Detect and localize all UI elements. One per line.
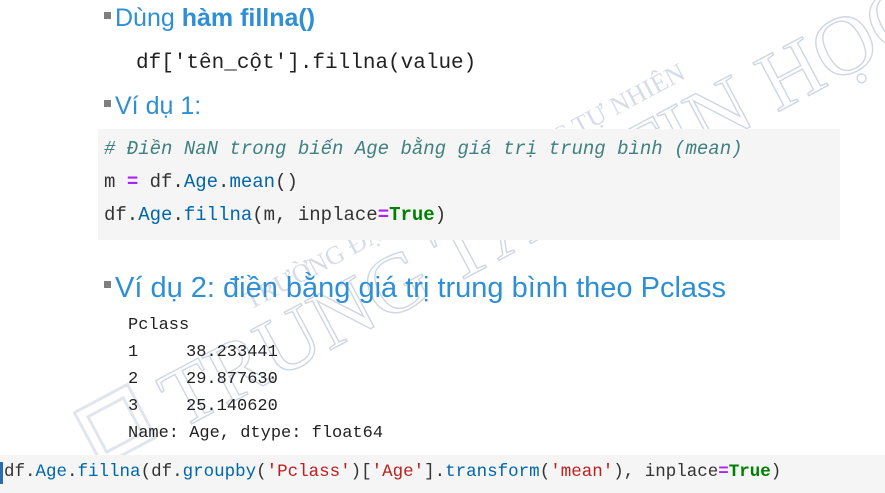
output-header: Pclass [128,316,190,335]
bullet-square-icon [104,11,111,19]
bullet-fillna-heading: Dùng hàm fillna() [104,4,315,33]
cell-selection-bar [0,462,3,484]
code-line-fillna: df.Age.fillna(m, inplace=True) [104,204,447,226]
bullet-example-2-label: Ví dụ 2: điền bằng giá trị trung bình th… [115,272,727,304]
bullet-fillna-prefix: Dùng [115,4,182,32]
output-row: 2 29.877630 [128,370,278,389]
output-row: 3 25.140620 [128,397,278,416]
fillna-syntax: df['tên_cột'].fillna(value) [136,52,477,75]
bullet-square-icon [104,280,111,288]
bullet-example-1-label: Ví dụ 1: [115,92,202,120]
code-comment-line: # Điền NaN trong biến Age bằng giá trị t… [104,138,743,160]
output-footer: Name: Age, dtype: float64 [128,424,384,443]
bullet-fillna-function: hàm fillna() [181,4,316,32]
output-row: 1 38.233441 [128,343,278,362]
bullet-example-2: Ví dụ 2: điền bằng giá trị trung bình th… [104,272,726,305]
code-line-groupby-transform: df.Age.fillna(df.groupby('Pclass')['Age'… [4,462,782,482]
bullet-square-icon [104,99,111,107]
code-line-mean: m = df.Age.mean() [104,171,298,193]
bullet-example-1: Ví dụ 1: [104,92,201,121]
